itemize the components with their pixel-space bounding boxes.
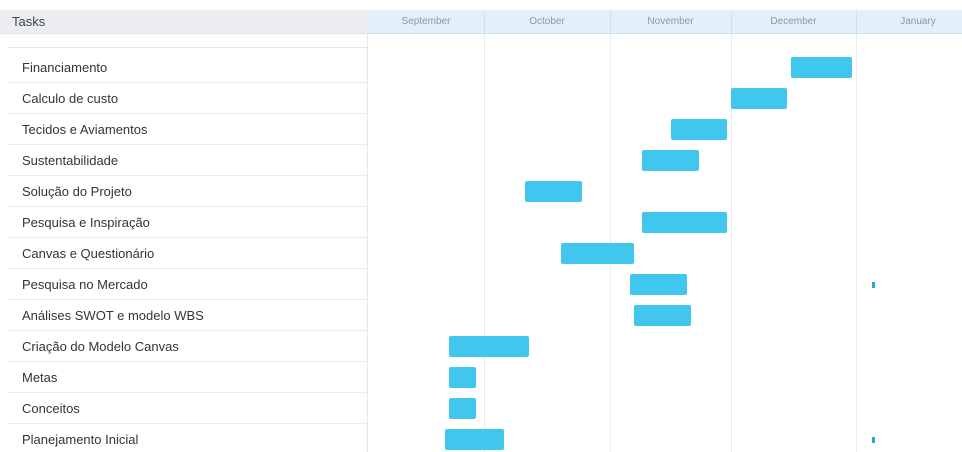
task-name: Metas xyxy=(22,370,58,385)
task-name: Criação do Modelo Canvas xyxy=(22,339,179,354)
task-list: Financiamento Calculo de custo Tecidos e A… xyxy=(0,34,368,452)
month-label: January xyxy=(900,16,936,27)
month-label: October xyxy=(529,16,565,27)
task-row[interactable]: Calculo de custo xyxy=(8,84,367,114)
task-name: Planejamento Inicial xyxy=(22,432,139,447)
task-name: Análises SWOT e modelo WBS xyxy=(22,308,204,323)
task-name: Conceitos xyxy=(22,401,80,416)
task-name: Pesquisa no Mercado xyxy=(22,277,148,292)
task-name: Tecidos e Aviamentos xyxy=(22,122,148,137)
task-row[interactable]: Tecidos e Aviamentos xyxy=(8,115,367,145)
task-row[interactable]: Financiamento xyxy=(8,53,367,83)
month-separator xyxy=(484,10,485,33)
task-list-divider xyxy=(8,47,367,48)
task-bar[interactable] xyxy=(449,367,477,388)
task-bar[interactable] xyxy=(524,181,582,202)
task-name: Financiamento xyxy=(22,60,108,75)
task-row[interactable]: Pesquisa no Mercado xyxy=(8,270,367,300)
month-grid-line xyxy=(856,34,857,452)
month-separator xyxy=(856,10,857,33)
month-grid-line xyxy=(484,34,485,452)
task-row[interactable]: Conceitos xyxy=(8,394,367,424)
task-bar[interactable] xyxy=(561,243,635,264)
milestone-marker[interactable] xyxy=(872,281,875,288)
task-bar[interactable] xyxy=(630,274,687,295)
task-row[interactable]: Sustentabilidade xyxy=(8,146,367,176)
task-row[interactable]: Análises SWOT e modelo WBS xyxy=(8,301,367,331)
task-name: Canvas e Questionário xyxy=(22,246,155,261)
timeline-body xyxy=(368,34,962,452)
task-name: Calculo de custo xyxy=(22,91,119,106)
month-label: November xyxy=(647,16,694,27)
task-name: Sustentabilidade xyxy=(22,153,119,168)
tasks-column-header[interactable]: Tasks xyxy=(0,10,368,34)
task-row[interactable]: Planejamento Inicial xyxy=(8,425,367,452)
month-separator xyxy=(731,10,732,33)
gantt-chart: Tasks September October November December Ja… xyxy=(0,0,962,452)
task-name: Pesquisa e Inspiração xyxy=(22,215,150,230)
task-row[interactable]: Solução do Projeto xyxy=(8,177,367,207)
task-row[interactable]: Pesquisa e Inspiração xyxy=(8,208,367,238)
task-bar[interactable] xyxy=(791,57,852,78)
timeline-header: September October November December January xyxy=(368,10,962,34)
milestone-marker[interactable] xyxy=(872,436,875,443)
task-bar[interactable] xyxy=(449,336,529,357)
task-row[interactable]: Canvas e Questionário xyxy=(8,239,367,269)
task-bar[interactable] xyxy=(642,150,699,171)
task-bar[interactable] xyxy=(449,398,477,419)
month-separator xyxy=(610,10,611,33)
month-label: September xyxy=(401,16,451,27)
month-label: December xyxy=(770,16,817,27)
task-row[interactable]: Metas xyxy=(8,363,367,393)
task-row[interactable]: Criação do Modelo Canvas xyxy=(8,332,367,362)
task-bar[interactable] xyxy=(634,305,691,326)
task-name: Solução do Projeto xyxy=(22,184,132,199)
task-bar[interactable] xyxy=(642,212,727,233)
tasks-header-label: Tasks xyxy=(12,14,46,29)
task-bar[interactable] xyxy=(670,119,727,140)
task-bar[interactable] xyxy=(445,429,505,450)
task-bar[interactable] xyxy=(731,88,788,109)
